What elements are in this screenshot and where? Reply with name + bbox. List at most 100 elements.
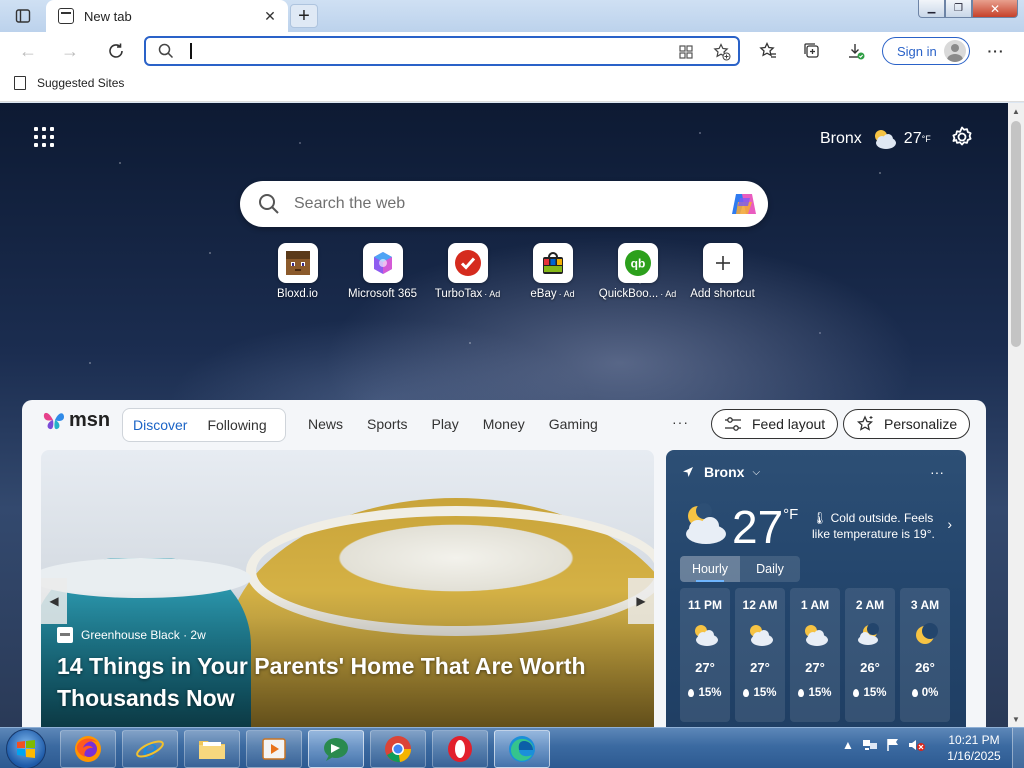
web-search-box[interactable] <box>240 181 768 227</box>
favorites-button[interactable] <box>754 37 782 65</box>
sign-in-button[interactable]: Sign in <box>882 37 970 65</box>
app-available-button[interactable] <box>676 42 696 62</box>
taskbar-internet-explorer[interactable]: e <box>122 730 178 768</box>
chevron-right-icon[interactable]: › <box>947 516 952 532</box>
nav-play[interactable]: Play <box>431 416 458 432</box>
tab-actions-button[interactable] <box>6 4 40 28</box>
close-tab-button[interactable]: ✕ <box>260 6 280 26</box>
hero-article-card[interactable]: ◀ ▶ Greenhouse Black · 2w 14 Things in Y… <box>41 450 654 727</box>
chevron-down-icon: ⌵ <box>752 466 761 478</box>
close-window-button[interactable]: ✕ <box>972 0 1018 18</box>
ad-badge: · Ad <box>558 289 575 299</box>
start-button[interactable] <box>6 729 46 768</box>
taskbar-edge[interactable] <box>494 730 550 768</box>
restore-button[interactable]: ❐ <box>945 0 972 18</box>
show-desktop-button[interactable] <box>1012 728 1024 768</box>
taskbar-chrome[interactable] <box>370 730 426 768</box>
copilot-icon[interactable] <box>728 190 760 218</box>
taskbar-firefox[interactable] <box>60 730 116 768</box>
hour-precip: 0% <box>911 687 938 699</box>
refresh-button[interactable] <box>102 37 130 65</box>
tile-quickbooks[interactable]: qb QuickBoo... · Ad <box>595 243 680 300</box>
tile-ebay[interactable]: eBay · Ad <box>510 243 595 300</box>
download-icon <box>849 44 865 60</box>
plus-icon <box>702 243 743 283</box>
tray-expand-icon[interactable]: ▲ <box>842 738 854 752</box>
tab-following[interactable]: Following <box>207 417 266 433</box>
weather-location-selector[interactable]: Bronx ⌵ <box>682 464 760 480</box>
minimize-button[interactable]: ▁ <box>918 0 945 18</box>
ntp-weather-widget[interactable]: Bronx 27 °F <box>820 127 931 151</box>
back-button[interactable]: ← <box>14 37 42 65</box>
article-headline[interactable]: 14 Things in Your Parents' Home That Are… <box>57 650 617 714</box>
ad-badge: · Ad <box>660 289 677 299</box>
partly-cloudy-night-icon <box>695 625 718 646</box>
current-temp: 27 <box>732 501 784 553</box>
taskbar-file-explorer[interactable] <box>184 730 240 768</box>
hour-card[interactable]: 1 AM 27° 15% <box>790 588 840 722</box>
internet-explorer-icon: e <box>136 735 164 764</box>
feed-layout-button[interactable]: Feed layout <box>711 409 839 439</box>
collections-button[interactable] <box>798 37 826 65</box>
weather-description: 🌡 Cold outside. Feels like temperature i… <box>812 510 942 542</box>
scroll-down-icon[interactable]: ▼ <box>1008 711 1024 727</box>
system-tray: ▲ <box>842 738 926 752</box>
msn-logo[interactable]: msn <box>42 408 110 432</box>
nav-more-button[interactable]: ··· <box>672 414 689 430</box>
tab-hourly[interactable]: Hourly <box>680 556 740 582</box>
carousel-prev-button[interactable]: ◀ <box>41 578 67 624</box>
hour-card[interactable]: 3 AM 26° 0% <box>900 588 950 722</box>
network-icon[interactable] <box>862 738 878 752</box>
chevron-right-icon: ▶ <box>636 594 646 608</box>
hour-card[interactable]: 11 PM 27° 15% <box>680 588 730 722</box>
app-launcher-button[interactable] <box>34 127 54 147</box>
windows-taskbar: e ▲ 10:21 PM 1/16/2025 <box>0 727 1024 768</box>
tile-turbotax[interactable]: TurboTax · Ad <box>425 243 510 300</box>
nav-sports[interactable]: Sports <box>367 416 407 432</box>
hour-temp: 26° <box>860 660 880 675</box>
new-tab-button[interactable]: + <box>290 4 318 28</box>
hour-card[interactable]: 2 AM 26° 15% <box>845 588 895 722</box>
forecast-tabs: Hourly Daily <box>680 556 800 582</box>
tab-discover[interactable]: Discover <box>133 417 187 433</box>
raindrop-icon <box>911 689 918 697</box>
carousel-next-button[interactable]: ▶ <box>628 578 654 624</box>
web-search-input[interactable] <box>294 193 704 215</box>
weather-more-button[interactable]: ··· <box>930 464 944 480</box>
weather-location: Bronx <box>704 464 745 480</box>
favorites-star-icon <box>759 42 776 58</box>
nav-news[interactable]: News <box>308 416 343 432</box>
hour-card[interactable]: 12 AM 27° 15% <box>735 588 785 722</box>
taskbar-skype[interactable] <box>308 730 364 768</box>
nav-money[interactable]: Money <box>483 416 525 432</box>
thermometer-icon: 🌡 <box>812 511 828 525</box>
tile-bloxd[interactable]: Bloxd.io <box>255 243 340 300</box>
downloads-button[interactable] <box>842 37 870 65</box>
taskbar-media-player[interactable] <box>246 730 302 768</box>
chevron-left-icon: ◀ <box>49 594 59 608</box>
tab-daily[interactable]: Daily <box>740 556 800 582</box>
hour-precip-value: 15% <box>753 687 777 699</box>
taskbar-clock[interactable]: 10:21 PM 1/16/2025 <box>940 732 1008 764</box>
scroll-up-icon[interactable]: ▲ <box>1008 103 1024 119</box>
address-bar[interactable] <box>144 36 740 66</box>
personalize-button[interactable]: Personalize <box>843 409 971 439</box>
volume-muted-icon[interactable] <box>908 738 926 752</box>
tile-add-shortcut[interactable]: Add shortcut <box>680 243 765 300</box>
add-favorite-button[interactable] <box>712 42 732 62</box>
forward-button[interactable]: → <box>56 37 84 65</box>
hour-label: 11 PM <box>687 598 723 612</box>
taskbar-opera[interactable] <box>432 730 488 768</box>
settings-more-button[interactable]: ··· <box>982 37 1010 65</box>
scrollbar-thumb[interactable] <box>1011 121 1021 347</box>
address-input[interactable] <box>186 41 666 61</box>
page-settings-button[interactable] <box>950 125 974 154</box>
nav-gaming[interactable]: Gaming <box>549 416 598 432</box>
page-scrollbar[interactable]: ▲ ▼ <box>1008 103 1024 727</box>
personalize-label: Personalize <box>884 416 958 432</box>
clock-date: 1/16/2025 <box>947 749 1001 763</box>
tab-new-tab[interactable]: New tab ✕ <box>46 0 288 32</box>
flag-icon[interactable] <box>886 738 900 752</box>
favorite-suggested-sites[interactable]: Suggested Sites <box>14 76 124 90</box>
tile-microsoft-365[interactable]: Microsoft 365 <box>340 243 425 300</box>
